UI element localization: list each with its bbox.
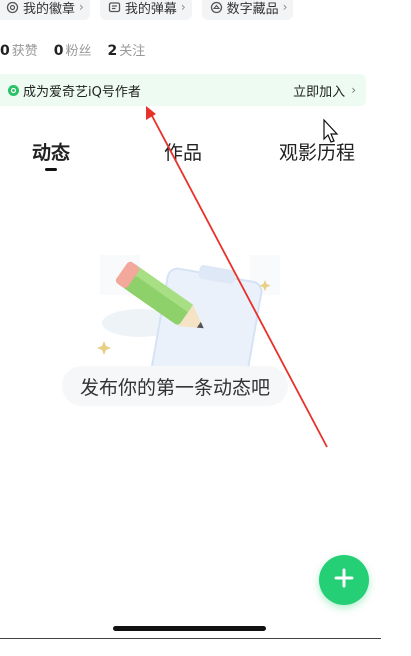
- home-indicator: [113, 626, 266, 631]
- content-tabs: 动态 作品 观影历程: [0, 138, 411, 178]
- stat-count: 0: [0, 43, 10, 59]
- join-now-label: 立即加入: [293, 84, 346, 100]
- my-danmaku-chip[interactable]: 我的弹幕 ›: [99, 0, 192, 20]
- collectible-icon: [210, 1, 223, 14]
- stat-label: 关注: [119, 44, 146, 59]
- tab-dynamics[interactable]: 动态: [32, 138, 70, 165]
- creator-banner-left: 成为爱奇艺iQ号作者: [8, 81, 141, 100]
- chip-label: 我的弹幕: [124, 1, 177, 17]
- stat-label: 获赞: [11, 44, 38, 59]
- danmaku-icon: [108, 1, 121, 14]
- following-stat[interactable]: 2 关注: [108, 40, 146, 59]
- profile-stats: 0 获赞 0 粉丝 2 关注: [0, 40, 145, 59]
- chevron-right-icon: ›: [351, 83, 356, 97]
- fans-stat[interactable]: 0 粉丝: [54, 40, 92, 59]
- tab-viewing-history[interactable]: 观影历程: [279, 138, 355, 165]
- iq-logo-icon: [8, 84, 19, 96]
- join-now-link[interactable]: 立即加入 ›: [293, 81, 356, 100]
- stat-label: 粉丝: [65, 44, 92, 59]
- creator-banner-text: 成为爱奇艺iQ号作者: [23, 84, 141, 100]
- digital-collectibles-chip[interactable]: 数字藏品 ›: [201, 0, 294, 20]
- chip-label: 我的徽章: [23, 1, 76, 17]
- annotation-arrow-head: [146, 106, 156, 120]
- shortcut-chips: 我的徽章 › 我的弹幕 › 数字藏品 ›: [0, 0, 294, 20]
- my-badges-chip[interactable]: 我的徽章 ›: [0, 0, 90, 20]
- likes-stat[interactable]: 0 获赞: [0, 40, 38, 59]
- stat-count: 2: [107, 43, 118, 59]
- plus-icon: [334, 568, 354, 592]
- creator-banner[interactable]: 成为爱奇艺iQ号作者 立即加入 ›: [0, 74, 366, 106]
- bottom-divider: [0, 638, 381, 639]
- active-tab-indicator: [45, 168, 57, 171]
- tab-works[interactable]: 作品: [164, 138, 202, 165]
- stat-count: 0: [53, 43, 64, 59]
- badge-icon: [6, 1, 19, 14]
- chevron-right-icon: ›: [79, 0, 84, 14]
- chevron-right-icon: ›: [180, 0, 186, 14]
- chevron-right-icon: ›: [282, 0, 288, 14]
- empty-state-message: 发布你的第一条动态吧: [62, 366, 289, 406]
- chip-label: 数字藏品: [226, 1, 279, 17]
- create-post-button[interactable]: [319, 555, 369, 605]
